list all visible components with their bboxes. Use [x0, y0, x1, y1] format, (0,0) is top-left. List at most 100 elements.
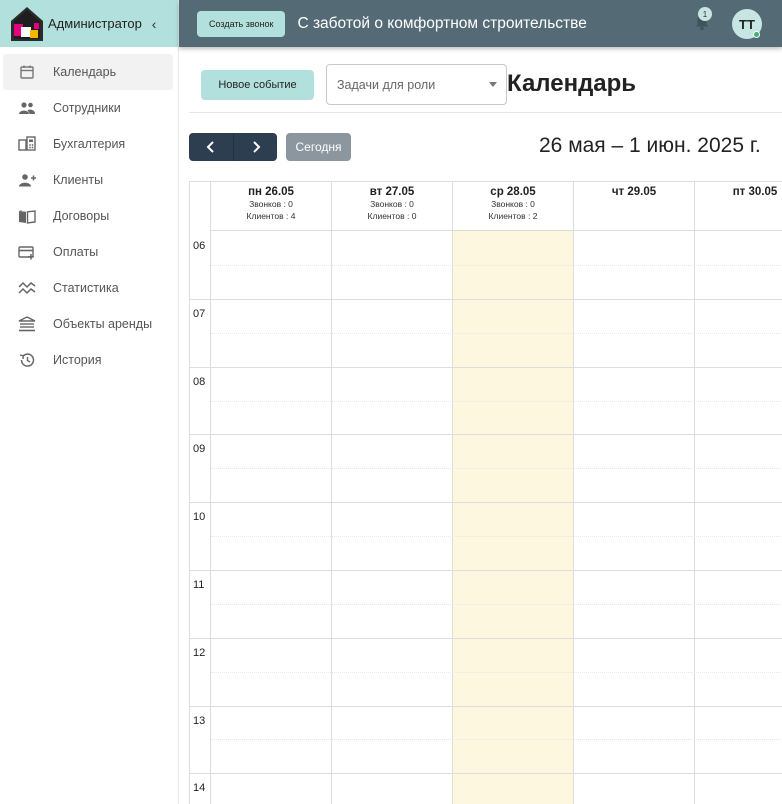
role-tasks-select[interactable]: Задачи для роли: [326, 64, 507, 105]
week-nav-group: [189, 133, 277, 161]
hour-label: 07: [193, 308, 206, 320]
house-logo-icon: [10, 6, 44, 42]
day-header: ср 28.05 Звонков : 0 Клиентов : 2: [453, 182, 573, 231]
day-name: ср 28.05: [490, 186, 536, 198]
main-content: Новое событие Задачи для роли Календарь …: [179, 47, 782, 804]
add-user-icon: [18, 171, 36, 189]
sidebar-header: Администратор ‹: [0, 0, 178, 47]
sidebar-item-label: Клиенты: [53, 173, 104, 187]
day-column[interactable]: вт 27.05 Звонков : 0 Клиентов : 0: [332, 182, 453, 804]
day-calls-count: Звонков : 0: [370, 199, 414, 209]
day-name: чт 29.05: [611, 186, 657, 198]
sidebar-item-label: Оплаты: [53, 245, 99, 259]
day-clients-count: Клиентов : 0: [367, 211, 417, 221]
hour-label: 06: [193, 240, 206, 252]
notification-badge: 1: [698, 7, 712, 21]
calendar-grid: пн 26.05 Звонков : 0 Клиентов : 4 вт 27.…: [189, 181, 782, 804]
day-header: вт 27.05 Звонков : 0 Клиентов : 0: [332, 182, 452, 231]
chevron-left-icon[interactable]: ‹: [152, 16, 157, 32]
day-column[interactable]: чт 29.05: [574, 182, 695, 804]
hour-line: [190, 299, 782, 300]
caret-down-icon: [489, 82, 497, 87]
sidebar-item-label: Сотрудники: [53, 101, 121, 115]
calendar-icon: [18, 63, 36, 81]
hour-label: 13: [193, 715, 206, 727]
hour-label: 14: [193, 782, 206, 794]
sidebar-item-label: Календарь: [53, 65, 117, 79]
prev-week-button[interactable]: [189, 133, 233, 161]
page-title: Календарь: [507, 70, 637, 97]
hour-label: 09: [193, 443, 206, 455]
credit-card-icon: [18, 243, 36, 261]
next-week-button[interactable]: [233, 133, 277, 161]
half-hour-line: [211, 401, 782, 402]
building-icon: [18, 315, 36, 333]
sidebar-item-label: Договоры: [53, 209, 110, 223]
hour-label: 11: [193, 579, 205, 591]
chevron-left-icon: [206, 141, 214, 153]
sidebar-nav: Календарь Сотрудники Бухгалтерия Клиенты…: [0, 47, 178, 378]
today-button[interactable]: Сегодня: [286, 133, 351, 161]
day-header: пт 30.05: [695, 182, 782, 231]
sidebar-item-statistics[interactable]: Статистика: [3, 270, 173, 306]
time-gutter: [190, 182, 211, 804]
sidebar-item-label: История: [53, 353, 102, 367]
hour-line: [190, 706, 782, 707]
hour-line: [190, 773, 782, 774]
hour-line: [190, 434, 782, 435]
sidebar-item-label: Статистика: [53, 281, 119, 295]
hour-line: [190, 502, 782, 503]
day-header: пн 26.05 Звонков : 0 Клиентов : 4: [211, 182, 331, 231]
hour-line: [190, 367, 782, 368]
sidebar-item-accounting[interactable]: Бухгалтерия: [3, 126, 173, 162]
hour-label: 10: [193, 511, 206, 523]
book-icon: [18, 207, 36, 225]
half-hour-line: [211, 604, 782, 605]
sidebar-item-label: Бухгалтерия: [53, 137, 126, 151]
day-column[interactable]: пт 30.05: [695, 182, 782, 804]
new-event-button[interactable]: Новое событие: [201, 70, 314, 100]
sidebar-item-label: Объекты аренды: [53, 317, 153, 331]
sidebar-item-calendar[interactable]: Календарь: [3, 54, 173, 90]
day-calls-count: Звонков : 0: [491, 199, 535, 209]
half-hour-line: [211, 536, 782, 537]
day-column[interactable]: пн 26.05 Звонков : 0 Клиентов : 4: [211, 182, 332, 804]
create-call-button[interactable]: Создать звонок: [197, 10, 286, 37]
hour-line: [190, 570, 782, 571]
half-hour-line: [211, 739, 782, 740]
sidebar-item-payments[interactable]: Оплаты: [3, 234, 173, 270]
sidebar-item-clients[interactable]: Клиенты: [3, 162, 173, 198]
top-bar: Создать звонок С заботой о комфортном ст…: [179, 0, 782, 47]
accounting-icon: [18, 135, 36, 153]
half-hour-line: [211, 333, 782, 334]
role-select-placeholder: Задачи для роли: [337, 77, 436, 92]
stats-icon: [18, 279, 36, 297]
day-name: пн 26.05: [248, 186, 294, 198]
hour-label: 12: [193, 647, 206, 659]
day-header: чт 29.05: [574, 182, 694, 231]
sidebar-item-rental-objects[interactable]: Объекты аренды: [3, 306, 173, 342]
day-clients-count: Клиентов : 2: [488, 211, 538, 221]
company-title: С заботой о комфортном строительстве: [297, 14, 587, 32]
sidebar: Администратор ‹ Календарь Сотрудники Бух…: [0, 0, 179, 804]
people-icon: [18, 99, 36, 117]
sidebar-title: Администратор: [48, 16, 142, 31]
day-name: пт 30.05: [732, 186, 778, 198]
divider: [189, 112, 782, 113]
hour-line: [190, 638, 782, 639]
date-range-title: 26 мая – 1 июн. 2025 г.: [539, 134, 761, 157]
sidebar-item-history[interactable]: История: [3, 342, 173, 378]
day-column-today[interactable]: ср 28.05 Звонков : 0 Клиентов : 2: [453, 182, 574, 804]
online-status-dot: [753, 31, 760, 38]
half-hour-line: [211, 468, 782, 469]
chevron-right-icon: [252, 141, 260, 153]
half-hour-line: [211, 265, 782, 266]
sidebar-item-employees[interactable]: Сотрудники: [3, 90, 173, 126]
day-clients-count: Клиентов : 4: [246, 211, 296, 221]
history-icon: [18, 351, 36, 369]
day-calls-count: Звонков : 0: [249, 199, 293, 209]
sidebar-item-contracts[interactable]: Договоры: [3, 198, 173, 234]
half-hour-line: [211, 672, 782, 673]
day-name: вт 27.05: [369, 186, 415, 198]
hour-label: 08: [193, 376, 206, 388]
